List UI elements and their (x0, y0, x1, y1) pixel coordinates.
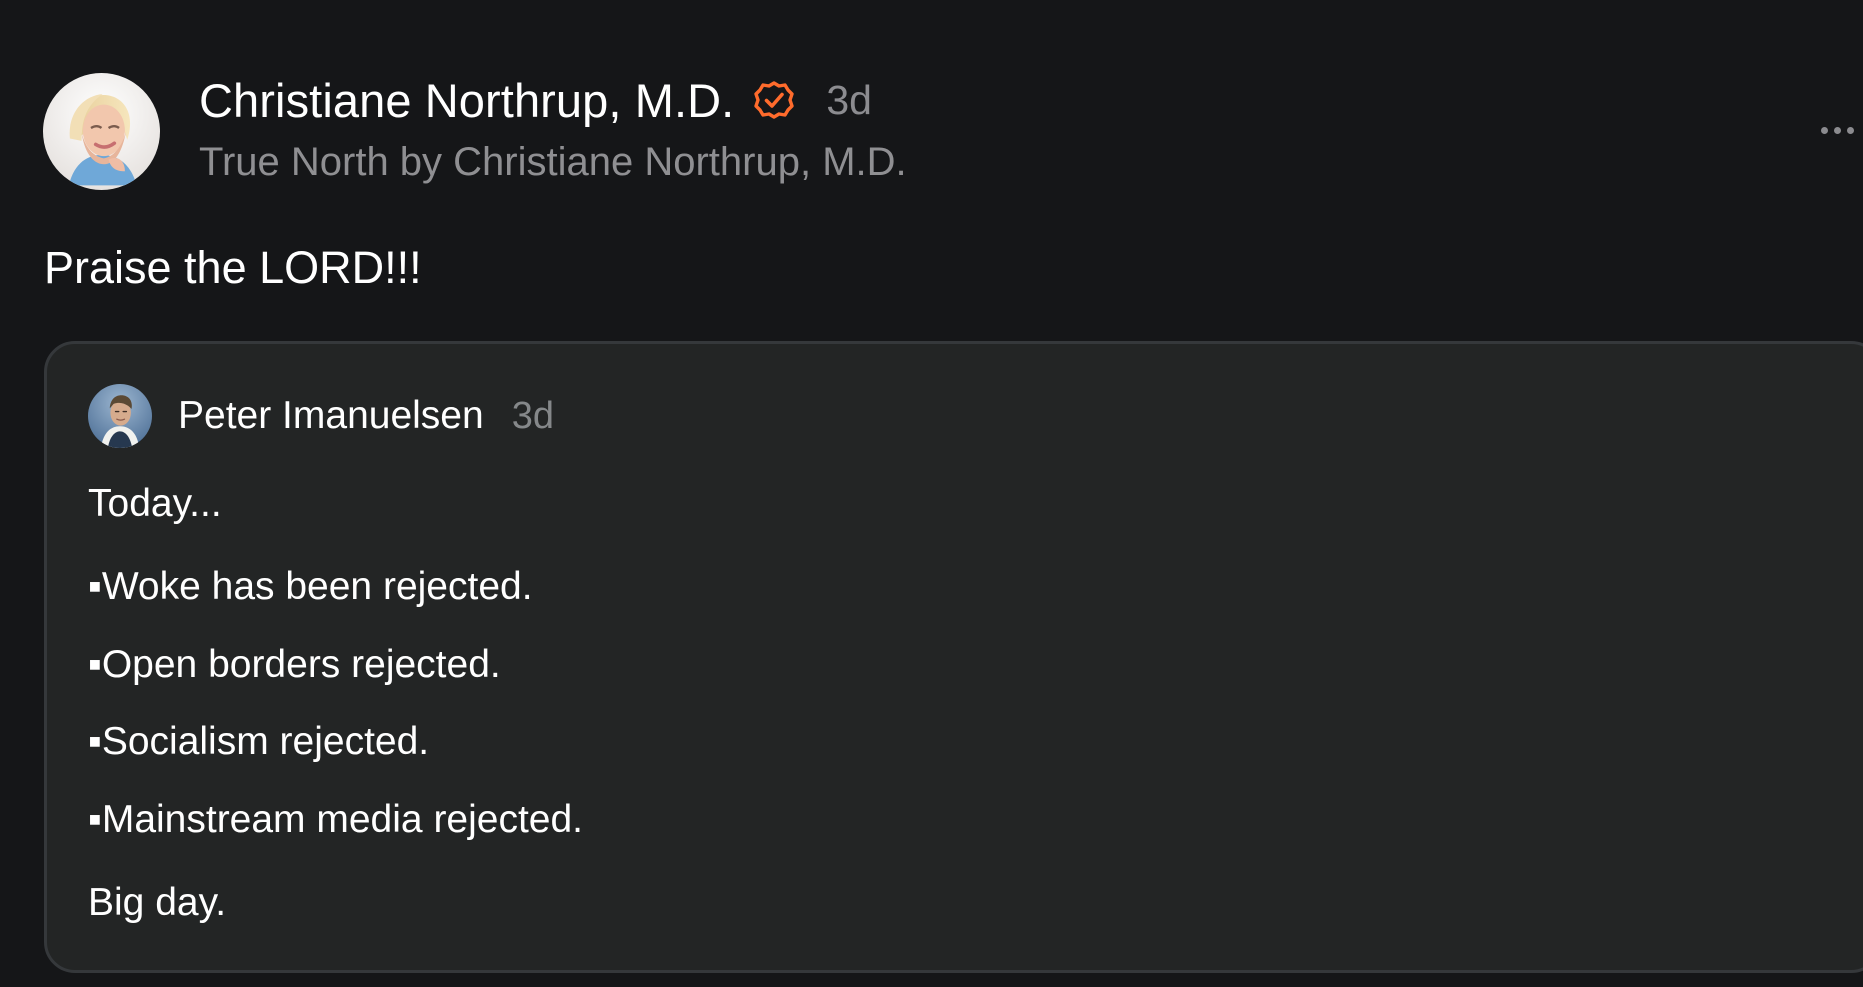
quoted-post-line: ▪Socialism rejected. (88, 720, 430, 763)
verified-badge-icon (753, 79, 795, 121)
quoted-post-line: ▪Open borders rejected. (88, 643, 501, 686)
profile-photo-christiane (43, 73, 160, 190)
quoted-post-header: Peter Imanuelsen 3d (178, 388, 554, 443)
quoted-post-timestamp: 3d (511, 394, 554, 437)
quoted-post-card[interactable]: Peter Imanuelsen 3d Today... ▪Woke has b… (44, 341, 1863, 973)
more-dot (1821, 126, 1828, 134)
quoted-author-avatar[interactable] (88, 384, 152, 448)
quoted-post-line: ▪Woke has been rejected. (88, 565, 533, 608)
quoted-post-line: ▪Mainstream media rejected. (88, 798, 584, 841)
more-dot (1847, 126, 1854, 134)
feed-post: Christiane Northrup, M.D. 3d True North … (0, 0, 1863, 987)
post-timestamp: 3d (826, 76, 872, 123)
more-options-icon[interactable] (1821, 121, 1863, 139)
publication-name[interactable]: True North by Christiane Northrup, M.D. (199, 142, 907, 182)
quoted-post-line: Big day. (88, 881, 227, 924)
quoted-post-line: Today... (88, 482, 222, 525)
more-dot (1834, 126, 1841, 134)
post-header: Christiane Northrup, M.D. 3d (199, 68, 872, 132)
quoted-author-name[interactable]: Peter Imanuelsen (178, 396, 484, 435)
author-avatar[interactable] (43, 73, 160, 190)
author-name[interactable]: Christiane Northrup, M.D. (199, 77, 734, 124)
post-text: Praise the LORD!!! (44, 242, 422, 293)
profile-photo-peter (88, 384, 152, 448)
